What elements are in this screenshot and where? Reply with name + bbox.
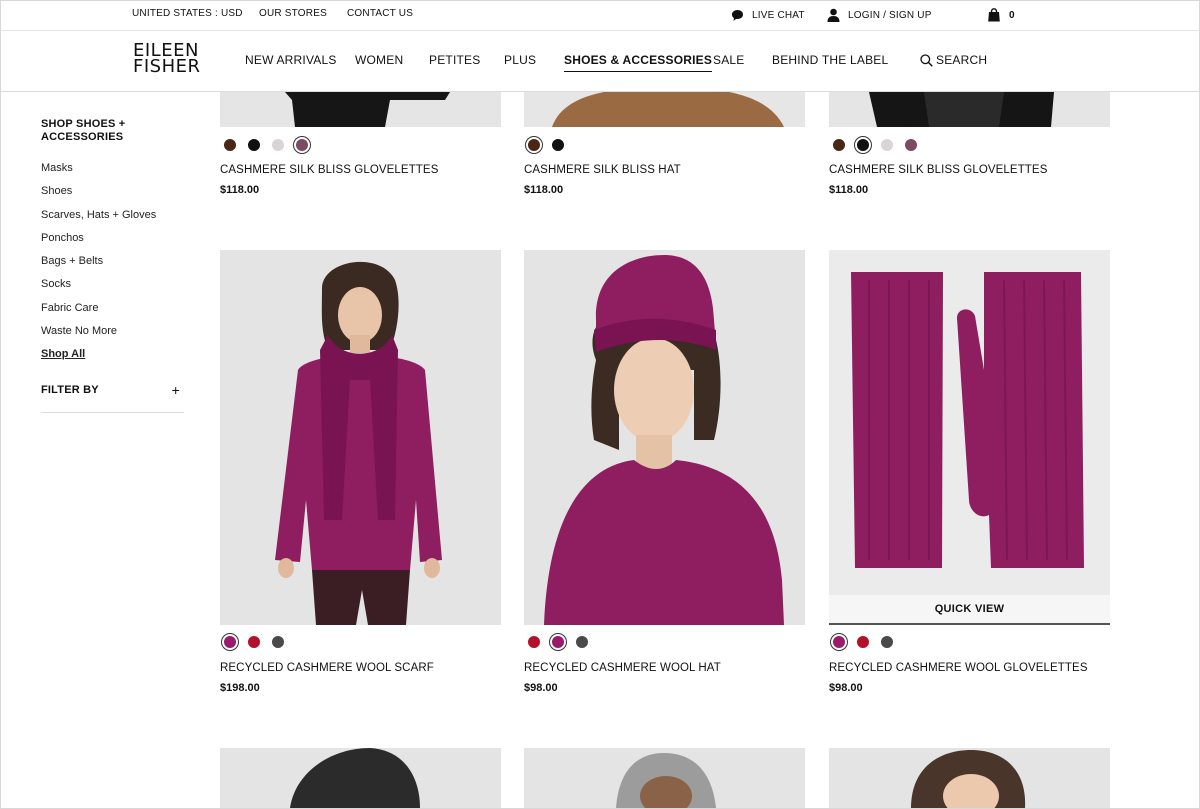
quick-view-button[interactable]: QUICK VIEW: [829, 595, 1110, 625]
swatch-magenta[interactable]: [550, 634, 566, 650]
login-signup-link[interactable]: LOGIN / SIGN UP: [848, 10, 932, 21]
product-name[interactable]: RECYCLED CASHMERE WOOL SCARF: [220, 662, 434, 674]
product-price: $98.00: [524, 682, 558, 694]
swatch-magenta[interactable]: [222, 634, 238, 650]
product-price: $118.00: [524, 184, 564, 196]
swatch-brown[interactable]: [222, 137, 238, 153]
nav-plus[interactable]: PLUS: [504, 53, 536, 67]
product-card[interactable]: [829, 748, 1110, 808]
product-card[interactable]: QUICK VIEW RECYCLED CASHMERE WOOL GLOVEL…: [829, 250, 1110, 700]
swatch-brown[interactable]: [526, 137, 542, 153]
product-card[interactable]: RECYCLED CASHMERE WOOL HAT $98.00: [524, 250, 805, 700]
swatch-red[interactable]: [526, 634, 542, 650]
swatch-black[interactable]: [550, 137, 566, 153]
swatch-red[interactable]: [855, 634, 871, 650]
search-icon[interactable]: [920, 54, 933, 72]
category-sidebar: SHOP SHOES + ACCESSORIES Masks Shoes Sca…: [41, 118, 184, 371]
product-card[interactable]: RECYCLED CASHMERE WOOL SCARF $198.00: [220, 250, 501, 700]
sidebar-item-scarves-hats-gloves[interactable]: Scarves, Hats + Gloves: [41, 208, 184, 231]
swatch-light-gray[interactable]: [879, 137, 895, 153]
swatch-charcoal[interactable]: [574, 634, 590, 650]
product-image[interactable]: [524, 748, 805, 808]
product-image[interactable]: [829, 748, 1110, 808]
nav-women[interactable]: WOMEN: [355, 53, 403, 67]
filter-by-label: FILTER BY: [41, 384, 99, 396]
product-image[interactable]: [829, 92, 1110, 127]
sidebar-item-fabric-care[interactable]: Fabric Care: [41, 301, 184, 324]
nav-petites[interactable]: PETITES: [429, 53, 480, 67]
product-image[interactable]: QUICK VIEW: [829, 250, 1110, 625]
sidebar-item-ponchos[interactable]: Ponchos: [41, 231, 184, 254]
user-icon[interactable]: [827, 8, 840, 25]
swatch-brown[interactable]: [831, 137, 847, 153]
product-card[interactable]: CASHMERE SILK BLISS GLOVELETTES $118.00: [220, 92, 501, 202]
swatch-charcoal[interactable]: [879, 634, 895, 650]
our-stores-link[interactable]: OUR STORES: [259, 8, 327, 19]
product-image[interactable]: [524, 250, 805, 625]
filter-by-toggle[interactable]: FILTER BY +: [41, 382, 184, 413]
color-swatches: [222, 137, 310, 153]
brand-logo[interactable]: EILEEN FISHER: [133, 42, 201, 77]
chat-bubble-icon[interactable]: [731, 9, 744, 25]
sidebar-item-masks[interactable]: Masks: [41, 161, 184, 184]
swatch-light-gray[interactable]: [270, 137, 286, 153]
sidebar-item-bags-belts[interactable]: Bags + Belts: [41, 254, 184, 277]
color-swatches: [526, 634, 590, 650]
utility-bar: UNITED STATES : USD OUR STORES CONTACT U…: [1, 1, 1199, 31]
swatch-black[interactable]: [246, 137, 262, 153]
product-card[interactable]: [524, 748, 805, 808]
locale-selector[interactable]: UNITED STATES : USD: [132, 8, 243, 19]
sidebar-title: SHOP SHOES + ACCESSORIES: [41, 118, 126, 143]
product-price: $118.00: [220, 184, 260, 196]
swatch-charcoal[interactable]: [270, 634, 286, 650]
nav-new-arrivals[interactable]: NEW ARRIVALS: [245, 53, 337, 67]
swatch-magenta[interactable]: [831, 634, 847, 650]
nav-search[interactable]: SEARCH: [936, 53, 987, 67]
product-name[interactable]: CASHMERE SILK BLISS GLOVELETTES: [220, 164, 438, 176]
color-swatches: [831, 634, 895, 650]
live-chat-link[interactable]: LIVE CHAT: [752, 10, 805, 21]
sidebar-item-waste-no-more[interactable]: Waste No More: [41, 324, 184, 347]
product-name[interactable]: RECYCLED CASHMERE WOOL HAT: [524, 662, 721, 674]
contact-us-link[interactable]: CONTACT US: [347, 8, 413, 19]
brand-logo-line2: FISHER: [133, 56, 201, 77]
swatch-red[interactable]: [246, 634, 262, 650]
sidebar-item-shoes[interactable]: Shoes: [41, 184, 184, 207]
cart-count[interactable]: 0: [1009, 10, 1015, 21]
product-name[interactable]: CASHMERE SILK BLISS HAT: [524, 164, 681, 176]
product-image[interactable]: [220, 748, 501, 808]
plus-icon: +: [171, 382, 180, 398]
main-header: EILEEN FISHER NEW ARRIVALS WOMEN PETITES…: [1, 31, 1199, 92]
sidebar-item-shop-all[interactable]: Shop All: [41, 347, 184, 370]
product-price: $198.00: [220, 682, 260, 694]
color-swatches: [222, 634, 286, 650]
product-image[interactable]: [524, 92, 805, 127]
color-swatches: [526, 137, 566, 153]
product-image[interactable]: [220, 250, 501, 625]
product-card[interactable]: CASHMERE SILK BLISS GLOVELETTES $118.00: [829, 92, 1110, 202]
product-image[interactable]: [220, 92, 501, 127]
product-name[interactable]: RECYCLED CASHMERE WOOL GLOVELETTES: [829, 662, 1088, 674]
swatch-mauve[interactable]: [903, 137, 919, 153]
nav-shoes-accessories[interactable]: SHOES & ACCESSORIES: [564, 53, 713, 72]
product-price: $98.00: [829, 682, 863, 694]
category-list: Masks Shoes Scarves, Hats + Gloves Ponch…: [41, 161, 184, 371]
swatch-black[interactable]: [855, 137, 871, 153]
product-price: $118.00: [829, 184, 869, 196]
product-card[interactable]: CASHMERE SILK BLISS HAT $118.00: [524, 92, 805, 202]
nav-sale[interactable]: SALE: [713, 53, 745, 67]
color-swatches: [831, 137, 919, 153]
swatch-mauve[interactable]: [294, 137, 310, 153]
shopping-bag-icon[interactable]: [988, 8, 1000, 25]
nav-behind-the-label[interactable]: BEHIND THE LABEL: [772, 53, 888, 67]
sidebar-item-socks[interactable]: Socks: [41, 277, 184, 300]
product-name[interactable]: CASHMERE SILK BLISS GLOVELETTES: [829, 164, 1047, 176]
product-card[interactable]: [220, 748, 501, 808]
